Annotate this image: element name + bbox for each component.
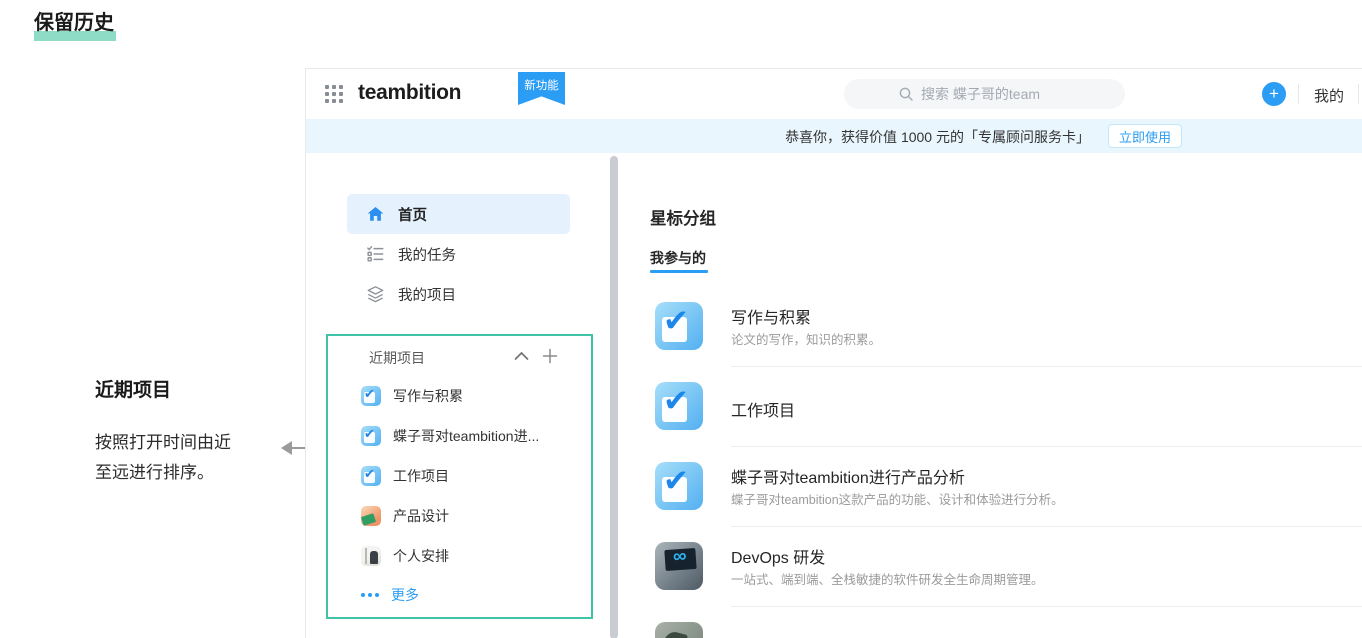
sidebar-item-home[interactable]: 首页 [347,194,570,234]
teambition-logo[interactable]: teambition [358,81,461,105]
callout-text: 按照打开时间由近 至远进行排序。 [95,428,231,488]
person-photo-icon [361,546,381,566]
layers-icon [367,286,384,303]
app-grid-icon[interactable] [325,85,343,103]
more-dots-icon [361,593,379,597]
recent-item-label: 产品设计 [393,508,449,524]
promo-banner: 恭喜你，获得价值 1000 元的「专属顾问服务卡」 立即使用 [306,119,1362,153]
tab-active-underline [650,270,708,273]
annotation-arrow-head [281,441,292,455]
create-button[interactable]: + [1262,82,1286,106]
add-project-icon[interactable] [542,348,558,364]
sidebar-item-label: 首页 [398,207,427,224]
recent-item-label: 写作与积累 [393,388,463,404]
recent-item-label: 个人安排 [393,548,449,564]
chevron-up-icon[interactable] [514,351,529,361]
profile-menu[interactable]: 我的 [1314,85,1344,106]
project-checkbox-icon [361,466,381,486]
project-description: 一站式、端到端、全栈敏捷的软件研发全生命周期管理。 [731,573,1044,587]
recent-item[interactable]: 个人安排 [328,536,591,576]
project-row[interactable]: 工作项目 [655,366,1362,446]
sidebar-item-label: 我的项目 [398,287,456,304]
project-description: 论文的写作，知识的积累。 [731,333,882,347]
project-checkbox-icon [655,382,703,430]
search-input[interactable] [921,86,1071,102]
project-row[interactable]: 蝶子哥对teambition进行产品分析 蝶子哥对teambition这款产品的… [655,446,1362,526]
recent-item[interactable]: 产品设计 [328,496,591,536]
topbar-divider [1298,84,1299,104]
project-checkbox-icon [655,302,703,350]
topbar-divider [1358,84,1359,104]
sidebar-item-my-projects[interactable]: 我的项目 [347,274,570,314]
recent-item[interactable]: 蝶子哥对teambition进... [328,416,591,456]
tab-participating[interactable]: 我参与的 [650,248,706,268]
recent-item[interactable]: 工作项目 [328,456,591,496]
more-label: 更多 [391,587,419,603]
teambition-app-window: teambition 新功能 + 我的 恭喜你，获得价值 1000 元的「专属顾… [305,68,1362,638]
project-row[interactable]: DevOps 研发 一站式、端到端、全栈敏捷的软件研发全生命周期管理。 [655,526,1362,606]
callout-heading: 近期项目 [95,380,172,401]
project-title: 蝶子哥对teambition进行产品分析 [731,470,965,487]
recent-item[interactable]: 写作与积累 [328,376,591,416]
plant-photo-icon [655,622,703,638]
project-title: 写作与积累 [731,310,812,327]
sidebar-item-label: 我的任务 [398,247,456,264]
project-checkbox-icon [361,426,381,446]
project-checkbox-icon [361,386,381,406]
sidebar-scrollbar-track[interactable] [609,156,619,638]
devops-photo-icon [655,542,703,590]
recent-more-button[interactable]: 更多 [328,576,591,614]
project-description: 蝶子哥对teambition这款产品的功能、设计和体验进行分析。 [731,493,1064,507]
sidebar-scrollbar-thumb[interactable] [610,156,618,638]
sidebar-item-my-tasks[interactable]: 我的任务 [347,234,570,274]
project-checkbox-icon [655,462,703,510]
recent-projects-highlight-box: 近期项目 写作与积累 蝶子哥对teambition进... 工作项目 产品设计 … [326,334,593,619]
project-title: DevOps 研发 [731,550,826,567]
starred-group-title: 星标分组 [650,210,716,228]
design-photo-icon [361,506,381,526]
callout-line-1: 按照打开时间由近 [95,433,231,452]
new-feature-badge[interactable]: 新功能 [518,72,565,105]
search-icon [899,87,913,101]
page-title: 保留历史 [34,6,116,42]
recent-item-label: 工作项目 [393,468,449,484]
use-now-button[interactable]: 立即使用 [1107,124,1182,148]
recent-projects-title: 近期项目 [369,350,425,366]
callout-line-2: 至远进行排序。 [95,463,214,482]
project-row[interactable]: 产品进展 [655,606,1362,638]
project-row[interactable]: 写作与积累 论文的写作，知识的积累。 [655,286,1362,366]
task-list-icon [367,246,384,262]
promo-message: 恭喜你，获得价值 1000 元的「专属顾问服务卡」 [785,129,1090,145]
project-title: 工作项目 [731,403,796,420]
topbar: teambition 新功能 + 我的 [306,69,1362,119]
home-icon [367,206,384,221]
recent-item-label: 蝶子哥对teambition进... [393,428,540,444]
search-box[interactable] [844,79,1125,109]
